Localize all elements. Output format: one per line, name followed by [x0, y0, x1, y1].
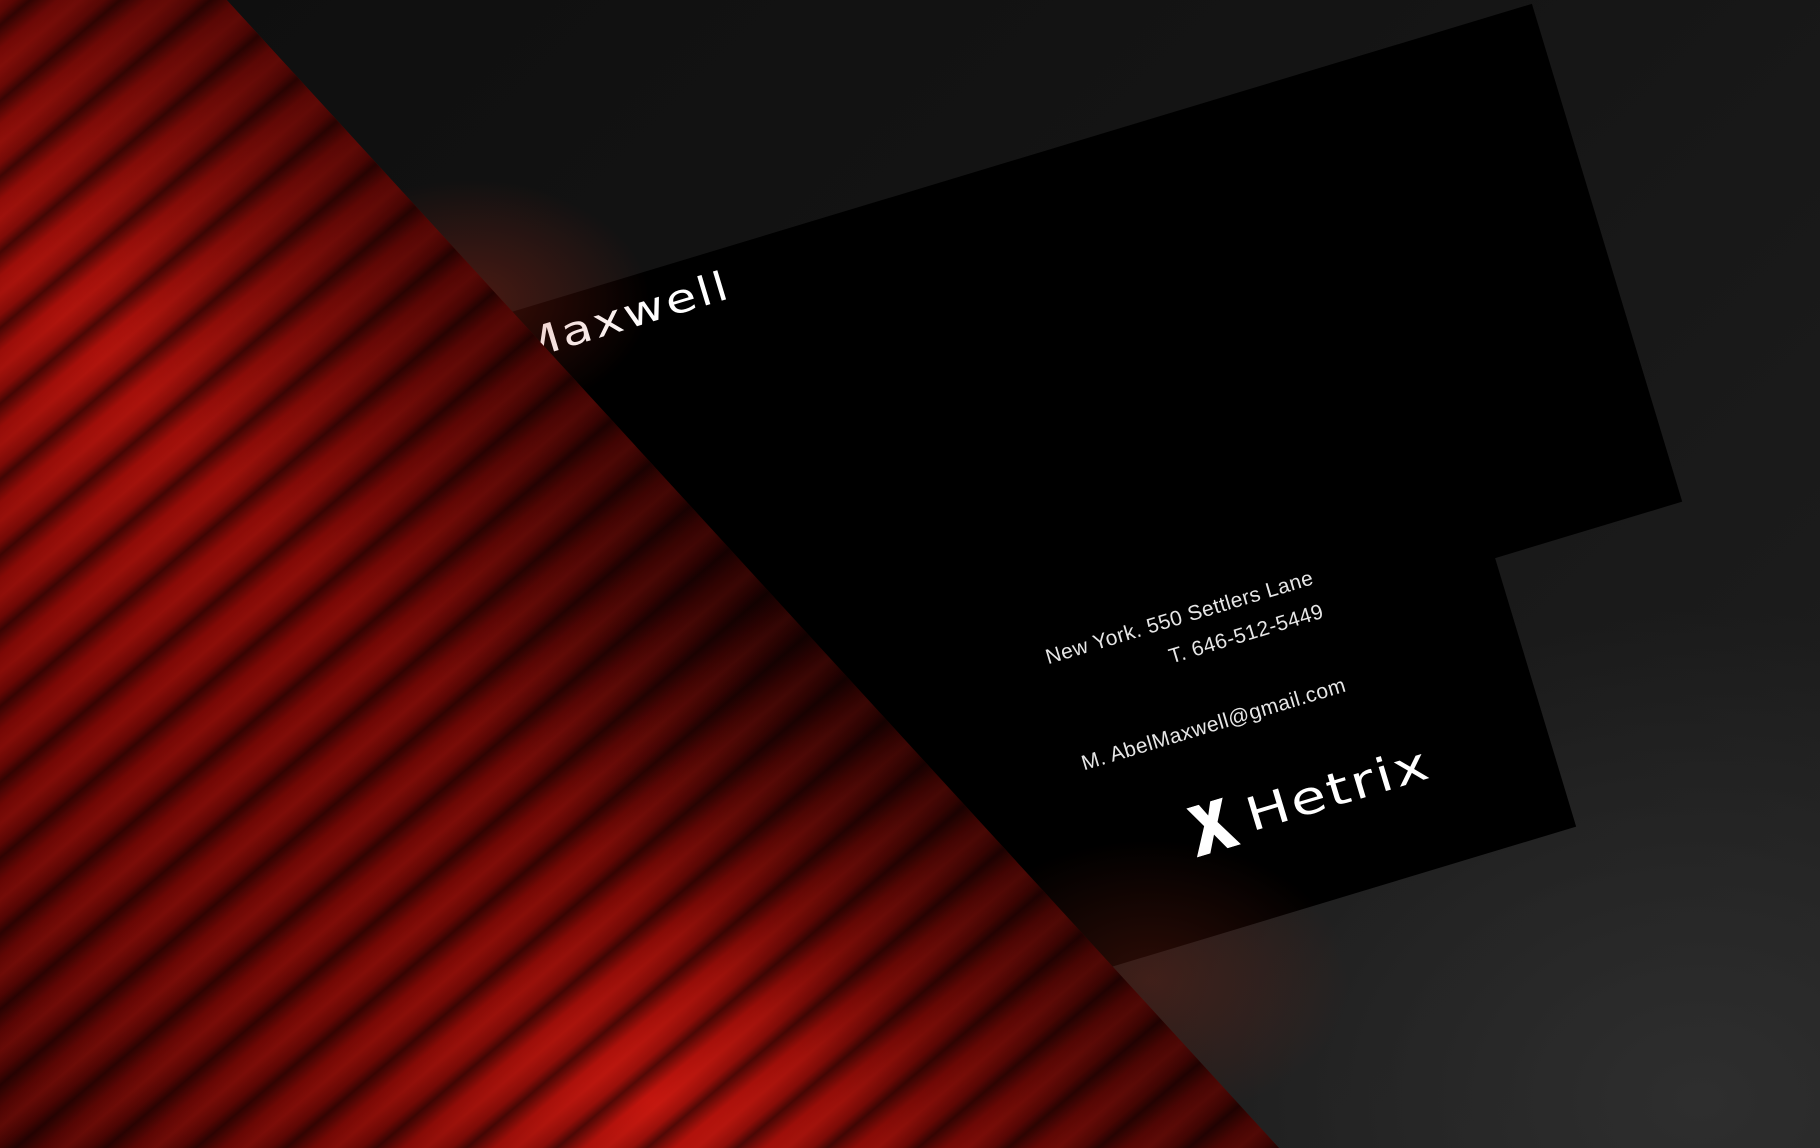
brand-logo: Hetrix: [1182, 735, 1439, 859]
brand-wordmark: Hetrix: [1239, 735, 1437, 843]
hetrix-x-logo-icon: [1183, 796, 1242, 858]
business-card-scene: Maxwell New York. 550 Settlers Lane T. 6…: [0, 0, 1820, 1148]
contact-details: New York. 550 Settlers Lane T. 646-512-5…: [1041, 561, 1350, 782]
